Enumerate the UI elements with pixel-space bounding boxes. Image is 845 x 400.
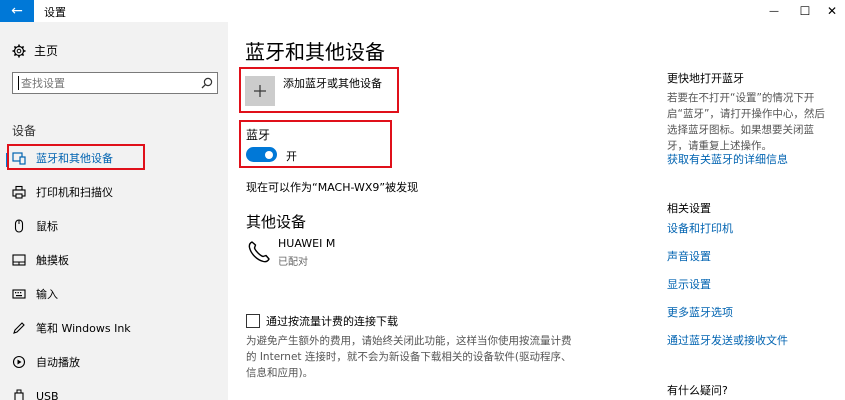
active-indicator <box>6 153 9 167</box>
nav-home-label: 主页 <box>34 44 59 58</box>
printer-icon <box>12 185 26 199</box>
sidebar-item-label: 笔和 Windows Ink <box>36 322 131 335</box>
title-bar: ← 设置 — ☐ ✕ <box>0 0 845 22</box>
metered-checkbox[interactable] <box>246 314 260 328</box>
sidebar-item-typing[interactable]: 输入 <box>0 282 228 306</box>
sidebar-item-touchpad[interactable]: 触摸板 <box>0 248 228 272</box>
plus-icon <box>245 76 275 106</box>
close-icon: ✕ <box>826 4 838 18</box>
sidebar-item-label: 自动播放 <box>36 356 80 369</box>
more-bluetooth-options-link[interactable]: 更多蓝牙选项 <box>667 304 733 320</box>
sidebar-item-label: 输入 <box>36 288 58 301</box>
devices-printers-link[interactable]: 设备和打印机 <box>667 220 733 236</box>
mouse-icon <box>12 219 26 233</box>
other-devices-title: 其他设备 <box>246 213 307 231</box>
bluetooth-toggle[interactable] <box>246 147 277 162</box>
sidebar-item-pen[interactable]: 笔和 Windows Ink <box>0 316 228 340</box>
back-button[interactable]: ← <box>0 0 34 22</box>
maximize-button[interactable]: ☐ <box>788 0 822 22</box>
bluetooth-label: 蓝牙 <box>246 128 271 142</box>
metered-note: 为避免产生额外的费用，请始终关闭此功能，这样当你使用按流量计费的 Interne… <box>246 335 572 379</box>
device-status: 已配对 <box>278 257 308 268</box>
sidebar-item-label: 蓝牙和其他设备 <box>36 152 113 165</box>
sound-settings-link[interactable]: 声音设置 <box>667 248 711 264</box>
bluetooth-toggle-state: 开 <box>286 150 297 163</box>
device-name: HUAWEI M <box>278 237 336 250</box>
sidebar-item-label: 打印机和扫描仪 <box>36 186 113 199</box>
related-heading: 相关设置 <box>667 202 711 215</box>
sidebar-item-bluetooth[interactable]: 蓝牙和其他设备 <box>0 146 228 170</box>
section-label-devices: 设备 <box>12 124 37 138</box>
device-item[interactable]: HUAWEI M 已配对 <box>246 237 335 268</box>
add-device-button[interactable]: 添加蓝牙或其他设备 <box>245 76 382 106</box>
toggle-knob <box>265 150 273 159</box>
sidebar-item-autoplay[interactable]: 自动播放 <box>0 350 228 374</box>
keyboard-icon <box>12 287 26 301</box>
search-box[interactable] <box>12 72 218 94</box>
minimize-icon: — <box>769 5 779 17</box>
display-settings-link[interactable]: 显示设置 <box>667 276 711 292</box>
sidebar-item-mouse[interactable]: 鼠标 <box>0 214 228 238</box>
autoplay-icon <box>12 355 26 369</box>
quick-heading: 更快地打开蓝牙 <box>667 72 744 85</box>
maximize-icon: ☐ <box>799 4 811 18</box>
pen-icon <box>12 321 26 335</box>
sidebar-item-label: USB <box>36 389 59 400</box>
sidebar-item-label: 触摸板 <box>36 254 69 267</box>
usb-icon <box>12 389 26 400</box>
nav-home[interactable]: 主页 <box>12 42 58 59</box>
quick-body: 若要在不打开“设置”的情况下开启“蓝牙”，请打开操作中心，然后选择蓝牙图标。如果… <box>667 92 825 152</box>
bluetooth-info-link[interactable]: 获取有关蓝牙的详细信息 <box>667 151 788 167</box>
add-device-label: 添加蓝牙或其他设备 <box>283 77 382 90</box>
send-receive-files-link[interactable]: 通过蓝牙发送或接收文件 <box>667 332 788 348</box>
search-icon[interactable] <box>197 77 217 89</box>
search-input[interactable] <box>19 76 197 90</box>
window-title: 设置 <box>44 6 66 19</box>
gear-icon <box>12 44 26 57</box>
metered-download-option[interactable]: 通过按流量计费的连接下载 <box>246 313 398 329</box>
page-title: 蓝牙和其他设备 <box>245 40 385 64</box>
help-heading: 有什么疑问? <box>667 384 728 397</box>
sidebar-item-printers[interactable]: 打印机和扫描仪 <box>0 180 228 204</box>
back-arrow-icon: ← <box>11 3 23 19</box>
phone-icon <box>248 241 270 263</box>
minimize-button[interactable]: — <box>757 0 791 22</box>
sidebar: 主页 设备 蓝牙和其他设备 打印机和扫描仪 鼠标 <box>0 22 228 400</box>
touchpad-icon <box>12 253 26 267</box>
sidebar-item-label: 鼠标 <box>36 220 58 233</box>
metered-checkbox-label: 通过按流量计费的连接下载 <box>266 315 398 328</box>
bluetooth-devices-icon <box>12 151 26 165</box>
sidebar-item-usb[interactable]: USB <box>0 384 228 400</box>
close-button[interactable]: ✕ <box>819 0 845 22</box>
discoverable-text: 现在可以作为“MACH-WX9”被发现 <box>246 181 419 194</box>
